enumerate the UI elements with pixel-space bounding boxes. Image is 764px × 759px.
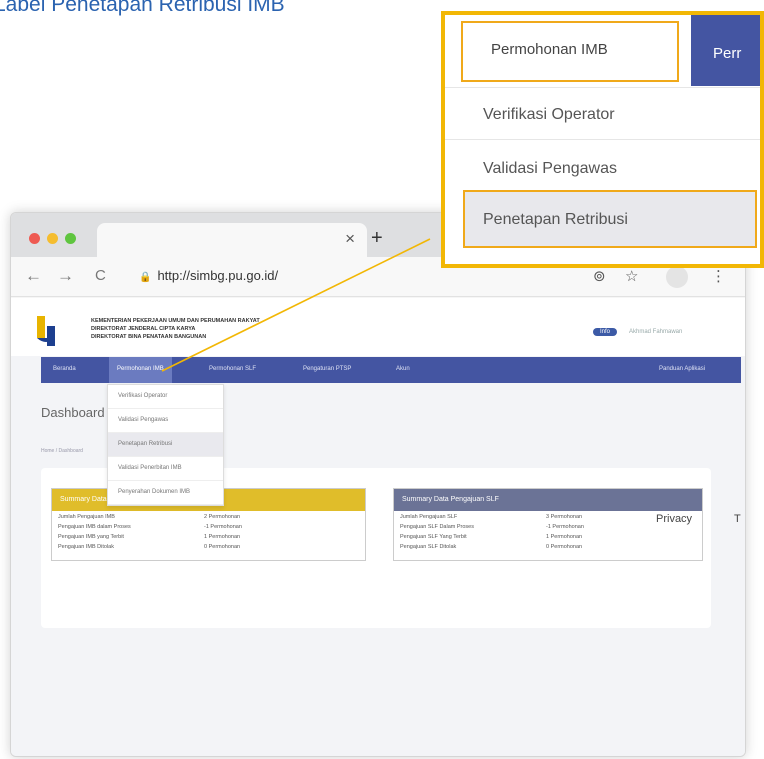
org-line-1: KEMENTERIAN PEKERJAAN UMUM DAN PERUMAHAN… bbox=[91, 318, 260, 324]
row-value: 0 Permohonan bbox=[546, 544, 583, 550]
table-row: Pengajuan SLF Yang Terbit 1 Permohonan bbox=[400, 534, 696, 544]
divider bbox=[445, 87, 760, 88]
main-navbar: Beranda Permohonan IMB Permohonan SLF Pe… bbox=[41, 357, 741, 383]
row-label: Pengajuan IMB dalam Proses bbox=[58, 524, 131, 530]
row-label: Jumlah Pengajuan IMB bbox=[58, 514, 115, 520]
summary-slf-title: Summary Data Pengajuan SLF bbox=[394, 489, 702, 511]
nav-permohonan-imb[interactable]: Permohonan IMB bbox=[109, 357, 172, 383]
table-row: Jumlah Pengajuan IMB 2 Permohonan bbox=[58, 514, 359, 524]
row-label: Pengajuan SLF Yang Terbit bbox=[400, 534, 467, 540]
nav-panduan-aplikasi[interactable]: Panduan Aplikasi bbox=[659, 366, 705, 372]
table-row: Pengajuan SLF Dalam Proses -1 Permohonan bbox=[400, 524, 696, 534]
nav-beranda[interactable]: Beranda bbox=[53, 366, 76, 372]
callout-verifikasi-operator[interactable]: Verifikasi Operator bbox=[483, 106, 615, 124]
row-value: -1 Permohonan bbox=[204, 524, 242, 530]
close-window-dot[interactable] bbox=[29, 233, 40, 244]
org-line-2: DIREKTORAT JENDERAL CIPTA KARYA bbox=[91, 326, 196, 332]
site-header: KEMENTERIAN PEKERJAAN UMUM DAN PERUMAHAN… bbox=[11, 298, 745, 356]
browser-menu-icon[interactable]: ⋮ bbox=[711, 267, 726, 285]
row-value: 3 Permohonan bbox=[546, 514, 583, 520]
table-row: Jumlah Pengajuan SLF 3 Permohonan bbox=[400, 514, 696, 524]
dropdown-item-penyerahan-dokumen-imb[interactable]: Penyerahan Dokumen IMB bbox=[108, 481, 223, 505]
zoom-callout: Permohonan IMB Perr Verifikasi Operator … bbox=[441, 11, 764, 268]
table-row: Pengajuan IMB yang Terbit 1 Permohonan bbox=[58, 534, 359, 544]
callout-next-tab[interactable]: Perr bbox=[691, 15, 760, 86]
browser-window: × + ← → C 🔒 http://simbg.pu.go.id/ ⊚ ☆ ⋮ … bbox=[10, 212, 746, 757]
nav-pengaturan-ptsp[interactable]: Pengaturan PTSP bbox=[303, 366, 351, 372]
permohonan-imb-dropdown: Verifikasi Operator Validasi Pengawas Pe… bbox=[107, 384, 224, 506]
breadcrumb[interactable]: Home / Dashboard bbox=[41, 448, 83, 454]
dashboard-title: Dashboard bbox=[41, 405, 105, 420]
row-value: 1 Permohonan bbox=[546, 534, 583, 540]
row-value: 1 Permohonan bbox=[204, 534, 241, 540]
row-label: Pengajuan SLF Dalam Proses bbox=[400, 524, 474, 530]
row-label: Pengajuan IMB Ditolak bbox=[58, 544, 114, 550]
pu-logo-icon bbox=[37, 316, 55, 346]
maximize-window-dot[interactable] bbox=[65, 233, 76, 244]
page-heading: Label Penetapan Retribusi IMB bbox=[0, 0, 285, 16]
minimize-window-dot[interactable] bbox=[47, 233, 58, 244]
organization-name: KEMENTERIAN PEKERJAAN UMUM DAN PERUMAHAN… bbox=[91, 317, 260, 341]
row-label: Pengajuan SLF Ditolak bbox=[400, 544, 457, 550]
callout-permohonan-imb[interactable]: Permohonan IMB bbox=[461, 21, 679, 82]
table-row: Pengajuan IMB dalam Proses -1 Permohonan bbox=[58, 524, 359, 534]
callout-validasi-pengawas[interactable]: Validasi Pengawas bbox=[483, 160, 617, 178]
forward-icon[interactable]: → bbox=[57, 266, 74, 286]
privacy-link[interactable]: Privacy bbox=[656, 513, 692, 525]
row-value: -1 Permohonan bbox=[546, 524, 584, 530]
row-value: 2 Permohonan bbox=[204, 514, 241, 520]
reload-icon[interactable]: C bbox=[95, 267, 106, 284]
dropdown-item-validasi-pengawas[interactable]: Validasi Pengawas bbox=[108, 409, 223, 433]
window-controls bbox=[29, 233, 76, 244]
nav-akun[interactable]: Akun bbox=[396, 366, 410, 372]
row-label: Pengajuan IMB yang Terbit bbox=[58, 534, 124, 540]
summary-imb-rows: Jumlah Pengajuan IMB 2 Permohonan Pengaju… bbox=[52, 511, 365, 560]
extension-icon[interactable]: ⊚ bbox=[593, 267, 606, 285]
info-badge[interactable]: Info bbox=[593, 328, 618, 336]
dropdown-item-validasi-penerbitan-imb[interactable]: Validasi Penerbitan IMB bbox=[108, 457, 223, 481]
table-row: Pengajuan SLF Ditolak 0 Permohonan bbox=[400, 544, 696, 554]
bookmark-star-icon[interactable]: ☆ bbox=[625, 267, 638, 285]
new-tab-icon[interactable]: + bbox=[371, 227, 383, 250]
back-icon[interactable]: ← bbox=[25, 266, 42, 286]
terms-link-fragment[interactable]: T bbox=[734, 513, 741, 525]
nav-permohonan-slf[interactable]: Permohonan SLF bbox=[209, 366, 256, 372]
lock-icon: 🔒 bbox=[139, 272, 152, 283]
row-label: Jumlah Pengajuan SLF bbox=[400, 514, 458, 520]
org-line-3: DIREKTORAT BINA PENATAAN BANGUNAN bbox=[91, 334, 207, 340]
url-text: http://simbg.pu.go.id/ bbox=[157, 268, 279, 283]
table-row: Pengajuan IMB Ditolak 0 Permohonan bbox=[58, 544, 359, 554]
callout-penetapan-retribusi[interactable]: Penetapan Retribusi bbox=[463, 190, 757, 248]
dropdown-item-penetapan-retribusi[interactable]: Penetapan Retribusi bbox=[108, 433, 223, 457]
address-bar[interactable]: 🔒 http://simbg.pu.go.id/ bbox=[139, 268, 278, 283]
profile-avatar[interactable] bbox=[666, 266, 688, 288]
divider bbox=[445, 139, 760, 140]
row-value: 0 Permohonan bbox=[204, 544, 241, 550]
tab-close-icon[interactable]: × bbox=[345, 229, 355, 249]
dropdown-item-verifikasi-operator[interactable]: Verifikasi Operator bbox=[108, 385, 223, 409]
browser-tab[interactable]: × bbox=[97, 223, 367, 257]
user-name[interactable]: Akhmad Fahmawan bbox=[629, 329, 682, 335]
web-page: KEMENTERIAN PEKERJAAN UMUM DAN PERUMAHAN… bbox=[11, 298, 745, 756]
